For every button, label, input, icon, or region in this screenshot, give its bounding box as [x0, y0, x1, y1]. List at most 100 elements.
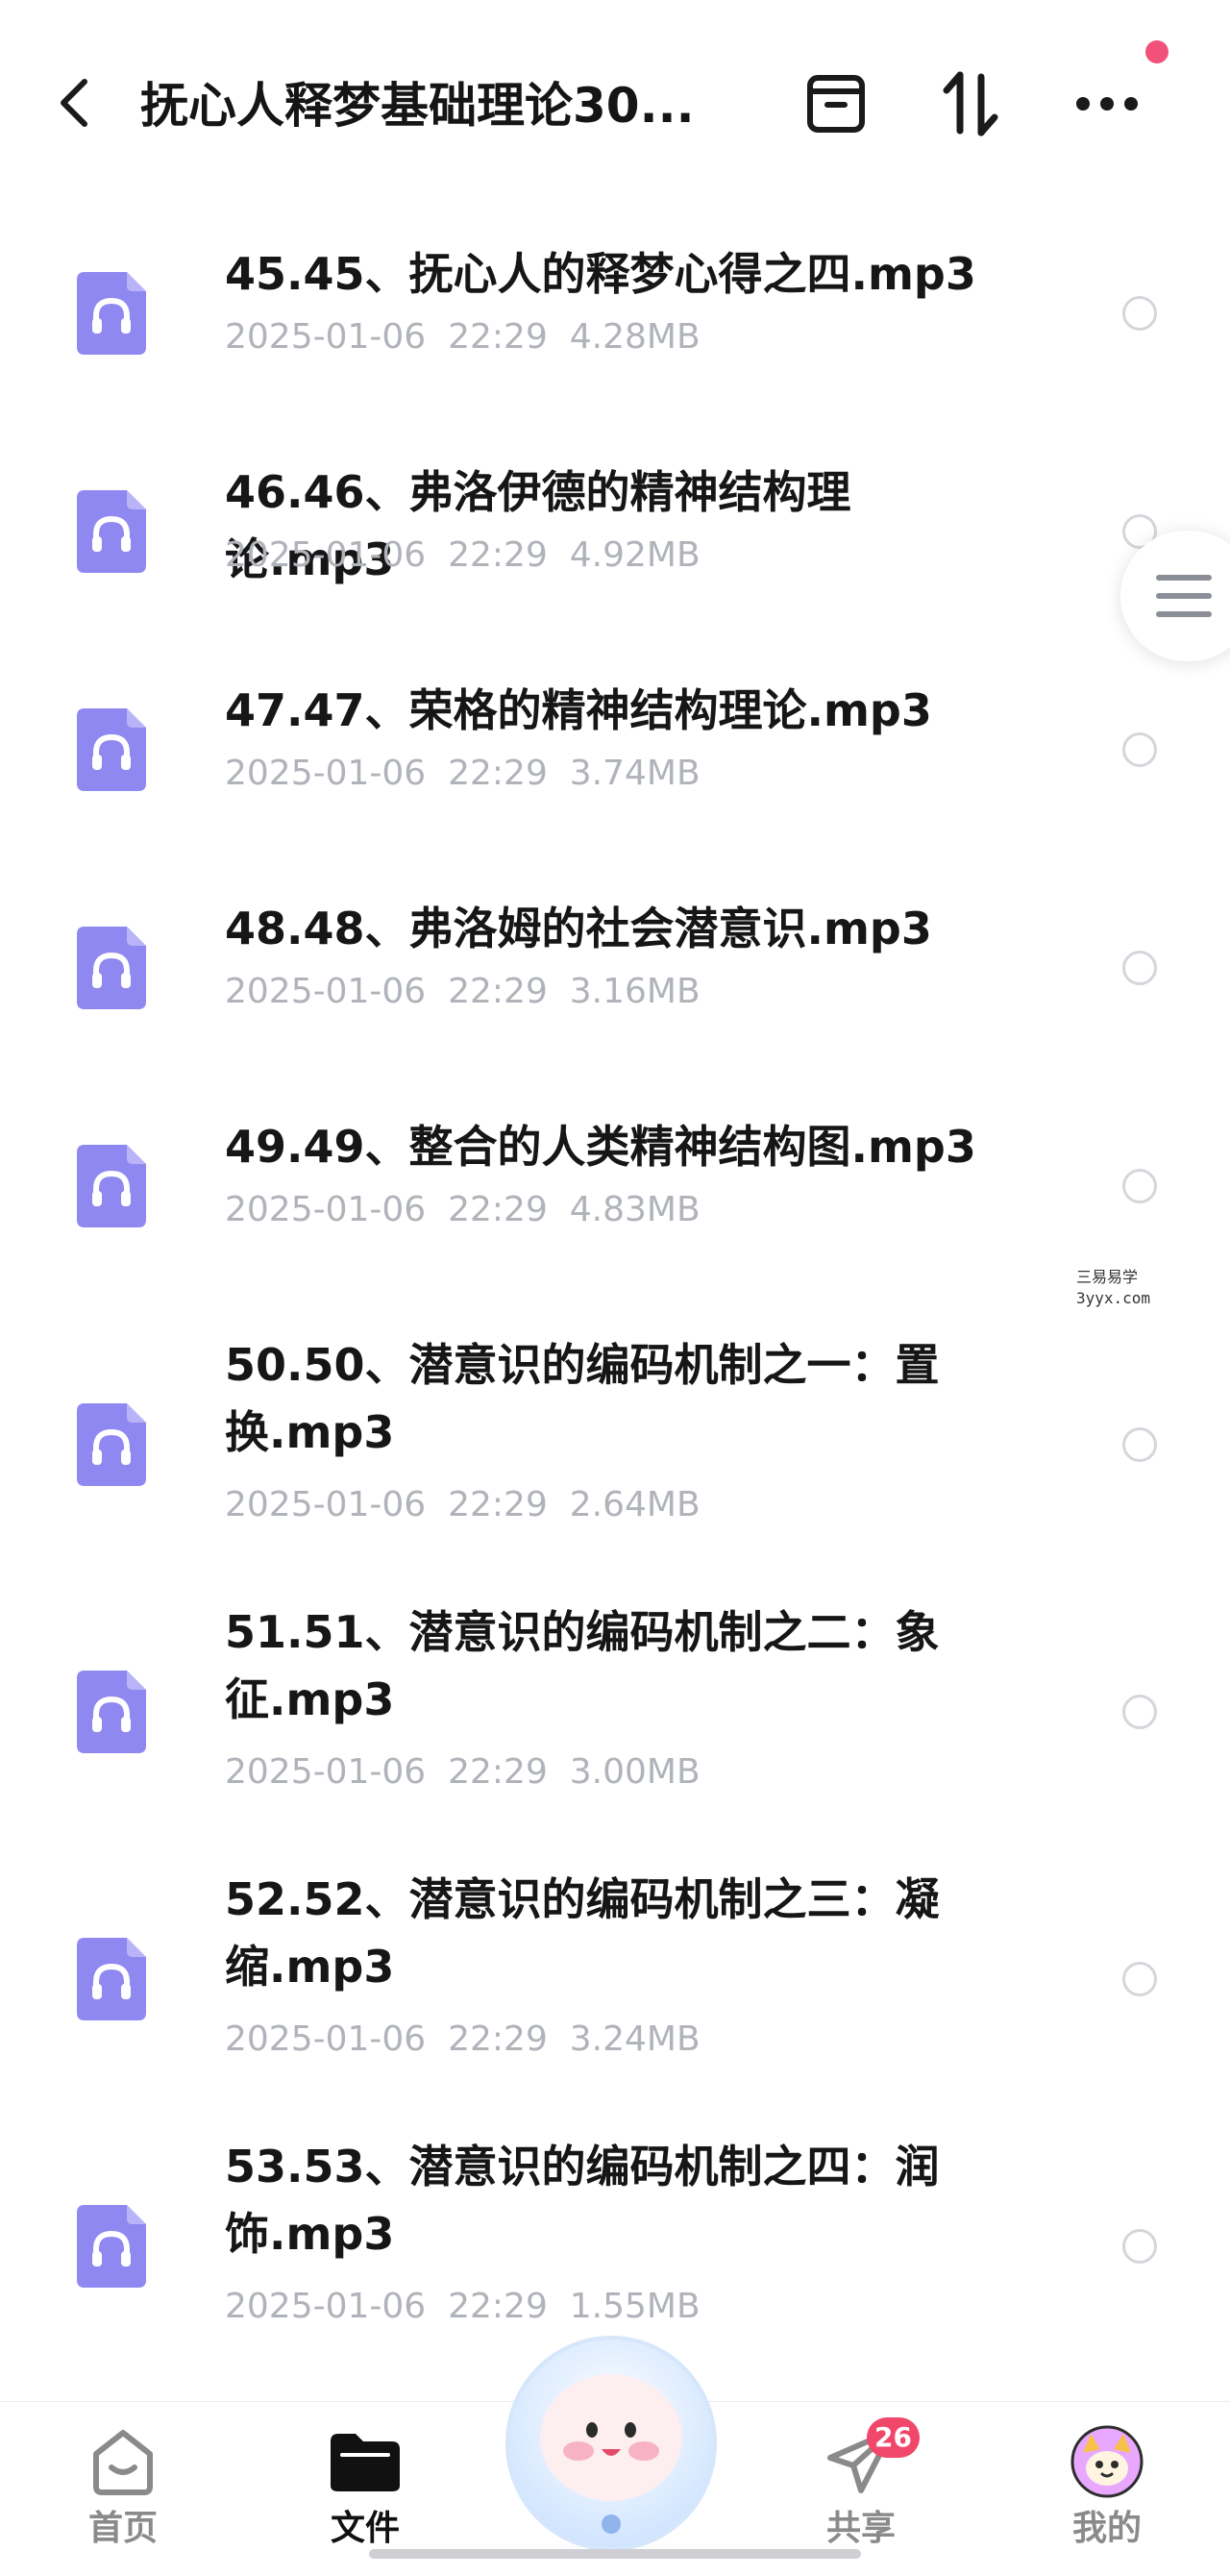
file-name: 51.51、潜意识的编码机制之二：象征.mp3	[225, 1606, 940, 1725]
file-size: 4.28MB	[569, 317, 701, 357]
meta-gap	[426, 754, 448, 793]
file-time: 22:29	[448, 1190, 548, 1229]
file-date: 2025-01-06	[225, 972, 427, 1011]
home-icon	[93, 2430, 153, 2495]
meta-gap	[548, 1485, 570, 1524]
nav-profile[interactable]: 我的	[1040, 2423, 1174, 2567]
file-meta: 2025-01-06 22:29 3.24MB	[225, 2016, 701, 2064]
select-radio[interactable]	[1122, 1695, 1157, 1729]
file-time: 22:29	[448, 754, 548, 793]
file-name: 52.52、潜意识的编码机制之三：凝缩.mp3	[225, 1873, 940, 1993]
select-radio[interactable]	[1122, 1169, 1157, 1203]
archive-box-icon	[807, 75, 865, 133]
file-meta: 2025-01-06 22:29 4.83MB	[225, 1186, 701, 1234]
meta-gap	[426, 2287, 448, 2326]
audio-file-icon	[77, 272, 146, 355]
select-radio[interactable]	[1122, 732, 1157, 767]
file-date: 2025-01-06	[225, 1485, 427, 1524]
file-row[interactable]: 49.49、整合的人类精神结构图.mp3 2025-01-06 22:29 4.8…	[0, 1113, 1230, 1305]
nav-profile-label: 我的	[1071, 2509, 1142, 2548]
file-time: 22:29	[448, 972, 548, 1011]
file-row[interactable]: 48.48、弗洛姆的社会潜意识.mp3 2025-01-06 22:29 3.16…	[0, 895, 1230, 1087]
file-meta: 2025-01-06 22:29 1.55MB	[225, 2283, 701, 2331]
file-row[interactable]: 47.47、荣格的精神结构理论.mp3 2025-01-06 22:29 3.74…	[0, 677, 1230, 869]
archive-button[interactable]	[798, 65, 874, 142]
file-meta: 2025-01-06 22:29 3.74MB	[225, 750, 701, 798]
file-row[interactable]: 51.51、潜意识的编码机制之二：象征.mp3 2025-01-06 22:29 …	[0, 1598, 1230, 1848]
nav-share[interactable]: 共享 26	[794, 2417, 928, 2567]
file-size: 3.16MB	[569, 972, 701, 1011]
page-title: 抚心人释梦基础理论30...	[140, 78, 695, 134]
share-count-badge: 26	[867, 2417, 920, 2458]
audio-file-icon	[77, 490, 146, 573]
select-radio[interactable]	[1122, 1962, 1157, 1996]
file-size: 2.64MB	[569, 1485, 701, 1524]
meta-gap	[548, 972, 570, 1011]
select-radio[interactable]	[1122, 2229, 1157, 2264]
file-time: 22:29	[448, 535, 548, 575]
menu-icon	[1156, 575, 1212, 617]
astronaut-mascot-icon	[505, 2336, 717, 2551]
file-size: 3.74MB	[569, 754, 701, 793]
file-date: 2025-01-06	[225, 1752, 427, 1792]
file-meta: 2025-01-06 22:29 2.64MB	[225, 1481, 701, 1529]
chevron-left-icon	[61, 79, 87, 127]
file-size: 4.92MB	[569, 535, 701, 575]
nav-home-label: 首页	[87, 2509, 158, 2548]
select-radio[interactable]	[1122, 1427, 1157, 1462]
file-row[interactable]: 45.45、抚心人的释梦心得之四.mp3 2025-01-06 22:29 4.2…	[0, 240, 1230, 433]
audio-file-icon	[77, 708, 146, 791]
nav-files[interactable]: 文件	[298, 2423, 432, 2567]
file-row[interactable]: 52.52、潜意识的编码机制之三：凝缩.mp3 2025-01-06 22:29 …	[0, 1866, 1230, 2116]
audio-file-icon	[77, 1403, 146, 1486]
file-row[interactable]: 50.50、潜意识的编码机制之一：置换.mp3 2025-01-06 22:29 …	[0, 1331, 1230, 1581]
file-name: 48.48、弗洛姆的社会潜意识.mp3	[225, 903, 932, 954]
file-date: 2025-01-06	[225, 2287, 427, 2326]
notification-dot	[1145, 40, 1168, 63]
file-row[interactable]: 46.46、弗洛伊德的精神结构理论.mp3 2025-01-06 22:29 4.…	[0, 458, 1230, 651]
home-indicator	[369, 2549, 861, 2559]
file-size: 3.24MB	[569, 2019, 701, 2059]
meta-gap	[426, 972, 448, 1011]
select-radio[interactable]	[1122, 296, 1157, 331]
file-meta: 2025-01-06 22:29 3.16MB	[225, 968, 701, 1016]
sort-button[interactable]	[932, 65, 1009, 142]
sort-icon	[943, 71, 998, 136]
file-size: 3.00MB	[569, 1752, 701, 1792]
audio-file-icon	[77, 927, 146, 1009]
file-size: 4.83MB	[569, 1190, 701, 1229]
nav-files-label: 文件	[330, 2509, 400, 2548]
avatar	[1070, 2425, 1144, 2498]
meta-gap	[426, 317, 448, 357]
watermark-line2: 3yyx.com	[1076, 1289, 1151, 1307]
nav-home[interactable]: 首页	[56, 2423, 190, 2567]
more-icon	[1076, 97, 1138, 111]
watermark-line1: 三易易学	[1076, 1268, 1139, 1286]
file-meta: 2025-01-06 22:29 3.00MB	[225, 1748, 701, 1796]
file-name: 53.53、潜意识的编码机制之四：润饰.mp3	[225, 2141, 940, 2260]
mascot-assistant-button[interactable]	[500, 2326, 723, 2557]
file-meta: 2025-01-06 22:29 4.28MB	[225, 313, 701, 361]
select-radio[interactable]	[1122, 951, 1157, 985]
meta-gap	[426, 1190, 448, 1229]
file-name: 45.45、抚心人的释梦心得之四.mp3	[225, 248, 976, 300]
audio-file-icon	[77, 1145, 146, 1227]
file-time: 22:29	[448, 1485, 548, 1524]
file-name: 47.47、荣格的精神结构理论.mp3	[225, 684, 932, 736]
audio-file-icon	[77, 1671, 146, 1753]
more-button[interactable]	[1069, 65, 1145, 142]
meta-gap	[426, 535, 448, 575]
folder-icon	[331, 2434, 400, 2491]
watermark: 三易易学 3yyx.com	[1076, 1267, 1150, 1309]
file-meta: 2025-01-06 22:29 4.92MB	[225, 532, 701, 580]
file-time: 22:29	[448, 1752, 548, 1792]
audio-file-icon	[77, 2205, 146, 2288]
file-name: 50.50、潜意识的编码机制之一：置换.mp3	[225, 1339, 940, 1458]
meta-gap	[548, 2019, 570, 2059]
meta-gap	[548, 1190, 570, 1229]
meta-gap	[548, 2287, 570, 2326]
meta-gap	[548, 317, 570, 357]
file-date: 2025-01-06	[225, 535, 427, 575]
file-name: 49.49、整合的人类精神结构图.mp3	[225, 1121, 976, 1173]
back-button[interactable]	[46, 69, 104, 136]
